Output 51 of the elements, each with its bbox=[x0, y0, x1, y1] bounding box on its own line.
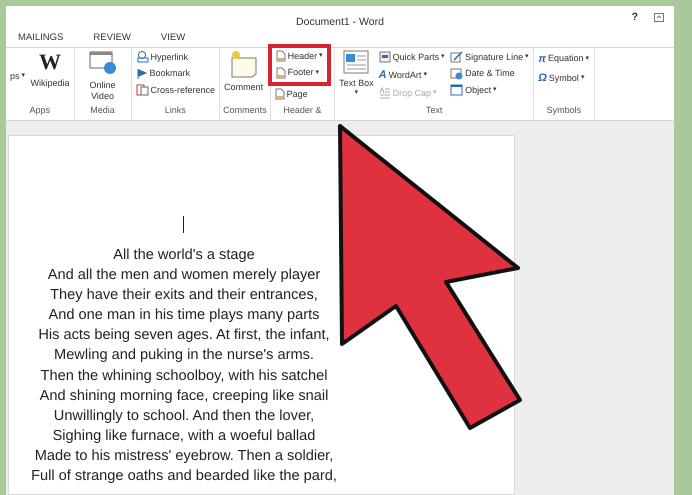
text-line: All the world's a stage bbox=[112, 246, 256, 266]
page-icon bbox=[276, 50, 286, 62]
help-button[interactable]: ? bbox=[632, 10, 638, 26]
ribbon-tab[interactable]: MAILINGS bbox=[18, 31, 64, 46]
drop-cap-icon bbox=[378, 87, 391, 100]
page-icon bbox=[276, 66, 286, 79]
group-label: Header & bbox=[282, 104, 322, 117]
page-icon bbox=[274, 88, 285, 100]
ribbon-button[interactable]: Bookmark bbox=[134, 66, 216, 82]
text-line: Made to his mistress' eyebrow. Then a soldier, bbox=[34, 446, 334, 466]
group-label: Symbols bbox=[546, 104, 582, 117]
ribbon-button[interactable]: Hyperlink bbox=[134, 50, 216, 65]
link-icon bbox=[136, 51, 149, 64]
ribbon-button[interactable]: Online Video bbox=[78, 50, 128, 104]
text-line: Then the whining schoolboy, with his satchel bbox=[40, 366, 328, 386]
ribbon-button[interactable]: W Wikipedia bbox=[30, 50, 71, 104]
text-line: They have their exits and their entrances, bbox=[49, 286, 319, 306]
calendar-clock-icon bbox=[450, 68, 464, 80]
group-label: Apps bbox=[28, 104, 52, 117]
text-line: Unwillingly to school. And then the lover, bbox=[52, 406, 316, 426]
text-line: Sighing like furnace, with a woeful ballad bbox=[52, 426, 316, 446]
text-line: His acts being seven ages. At first, the infant, bbox=[37, 326, 331, 346]
text-line: Mewling and puking in the nurse's arms. bbox=[53, 346, 315, 366]
text-box-icon bbox=[343, 50, 370, 74]
text-line: And all the men and women merely player bbox=[46, 266, 322, 286]
group-label: Comments bbox=[223, 104, 267, 117]
quick-parts-icon bbox=[378, 51, 391, 64]
ribbon-button[interactable]: Date & Time bbox=[449, 66, 530, 82]
window-icon bbox=[450, 84, 464, 96]
ribbon-button[interactable]: Comment bbox=[223, 50, 264, 104]
ribbon-tab[interactable]: VIEW bbox=[160, 31, 186, 46]
signature-icon bbox=[450, 51, 464, 64]
group-label: Text bbox=[424, 104, 444, 117]
group-label: Media bbox=[89, 104, 116, 117]
restore-icon[interactable] bbox=[654, 13, 664, 22]
text-line: Full of strange oaths and bearded like the pard, bbox=[30, 467, 338, 486]
window-title: Document1 - Word bbox=[296, 14, 384, 30]
group-label: Links bbox=[164, 104, 187, 117]
ribbon-tab[interactable]: REVIEW bbox=[93, 31, 131, 46]
flag-icon bbox=[136, 68, 148, 80]
wikipedia-logo: W bbox=[39, 50, 62, 74]
text-line: And one man in his time plays many parts bbox=[48, 306, 320, 326]
cross-reference-icon bbox=[136, 84, 149, 96]
symbol-icon: A bbox=[378, 67, 387, 84]
symbol-icon: Ω bbox=[538, 70, 547, 86]
symbol-icon: π bbox=[538, 50, 546, 67]
ribbon-button[interactable]: Page bbox=[274, 86, 332, 102]
text-line: And shining morning face, creeping like snail bbox=[38, 386, 330, 406]
video-globe-icon bbox=[88, 50, 117, 76]
text-cursor bbox=[183, 216, 184, 234]
ribbon-button[interactable]: Cross-reference bbox=[134, 82, 216, 98]
